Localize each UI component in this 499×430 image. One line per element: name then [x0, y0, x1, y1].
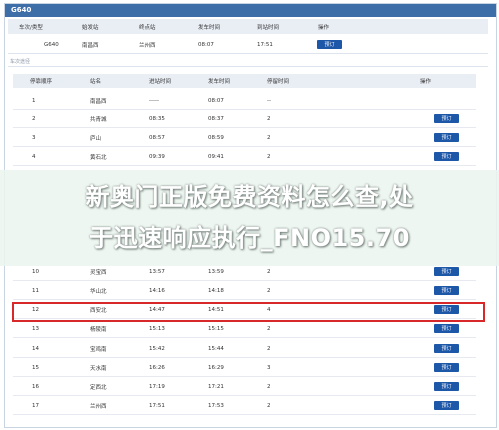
stop-depart-time: 16:29 — [208, 364, 224, 371]
stops-col-stay: 停留时间 — [267, 79, 290, 85]
stop-seq: 16 — [32, 383, 39, 390]
stops-header: 停靠顺序 站名 进站时间 发车时间 停留时间 操作 — [13, 74, 476, 88]
summary-book-button[interactable]: 预订 — [317, 40, 342, 49]
stop-station: 黄石北 — [90, 154, 107, 161]
summary-col-to: 终点站 — [139, 24, 156, 31]
stop-seq: 13 — [32, 325, 39, 332]
stop-arrive-time: 15:13 — [149, 325, 165, 332]
stop-row: 1 南昌西 ----- 08:07 -- — [13, 92, 476, 110]
stop-book-button[interactable]: 预订 — [434, 286, 459, 295]
stop-row: 4 黄石北 09:39 09:41 2 预订 — [13, 148, 476, 166]
stop-row: 3 庐山 08:57 08:59 2 预订 — [13, 129, 476, 147]
stop-seq: 15 — [32, 364, 39, 371]
stop-station: 庐山 — [90, 135, 102, 142]
window-title: G640 — [5, 4, 496, 17]
highlighted-row-box — [12, 302, 485, 322]
stop-book-button[interactable]: 预订 — [434, 267, 459, 276]
stop-arrive-time: 14:16 — [149, 287, 165, 294]
stop-station: 天水南 — [90, 365, 107, 372]
summary-arrive: 17:51 — [257, 41, 273, 48]
stop-row: 15 天水南 16:26 16:29 3 预订 — [13, 359, 476, 377]
stop-station: 宝鸡南 — [90, 346, 107, 353]
summary-depart: 08:07 — [198, 41, 214, 48]
stop-depart-time: 08:37 — [208, 115, 224, 122]
stop-stay: 2 — [267, 153, 271, 160]
stop-book-button[interactable]: 预订 — [434, 344, 459, 353]
stop-row: 16 定西北 17:19 17:21 2 预订 — [13, 378, 476, 396]
stop-arrive-time: 08:57 — [149, 134, 165, 141]
summary-col-from: 始发站 — [82, 24, 99, 31]
summary-train: G640 — [44, 41, 59, 48]
stop-arrive-time: ----- — [149, 97, 159, 104]
stop-arrive-time: 17:19 — [149, 383, 165, 390]
summary-col-train: 车次/类型 — [19, 24, 43, 31]
section-title: 车次途径 — [10, 59, 31, 65]
stop-seq: 2 — [32, 115, 36, 122]
banner-line-1: 新奥门正版免费资料怎么查,处 — [85, 183, 414, 211]
watermark-banner: 新奥门正版免费资料怎么查,处 于迅速响应执行_FNO15.70 — [0, 170, 499, 266]
stop-stay: 2 — [267, 383, 271, 390]
stop-station: 定西北 — [90, 384, 107, 391]
stop-depart-time: 08:59 — [208, 134, 224, 141]
stop-book-button[interactable]: 预订 — [434, 363, 459, 372]
stop-depart-time: 15:44 — [208, 345, 224, 352]
stops-col-depart: 发车时间 — [208, 79, 231, 85]
stop-stay: 2 — [267, 345, 271, 352]
stop-book-button[interactable]: 预订 — [434, 382, 459, 391]
stop-seq: 4 — [32, 153, 36, 160]
stop-book-button[interactable]: 预订 — [434, 114, 459, 123]
stop-book-button[interactable]: 预订 — [434, 401, 459, 410]
stop-row: 11 华山北 14:16 14:18 2 预订 — [13, 282, 476, 300]
stop-row: 14 宝鸡南 15:42 15:44 2 预订 — [13, 340, 476, 358]
stop-stay: 3 — [267, 364, 271, 371]
stop-stay: -- — [267, 97, 271, 104]
stop-book-button[interactable]: 预订 — [434, 133, 459, 142]
stop-seq: 11 — [32, 287, 39, 294]
stop-seq: 1 — [32, 97, 36, 104]
summary-col-arrive: 到站时间 — [257, 24, 280, 31]
stop-book-button[interactable]: 预订 — [434, 324, 459, 333]
summary-col-depart: 发车时间 — [198, 24, 221, 31]
stop-stay: 2 — [267, 287, 271, 294]
stop-arrive-time: 15:42 — [149, 345, 165, 352]
summary-to: 兰州西 — [139, 42, 156, 49]
stop-station: 杨陵南 — [90, 326, 107, 333]
stop-arrive-time: 08:35 — [149, 115, 165, 122]
stop-depart-time: 14:18 — [208, 287, 224, 294]
stop-arrive-time: 17:51 — [149, 402, 165, 409]
stops-col-arrive: 进站时间 — [149, 79, 172, 85]
stop-row: 2 共青城 08:35 08:37 2 预订 — [13, 110, 476, 128]
summary-header: 车次/类型 始发站 终点站 发车时间 到站时间 操作 — [8, 19, 488, 34]
stop-seq: 3 — [32, 134, 36, 141]
stop-depart-time: 08:07 — [208, 97, 224, 104]
stop-stay: 2 — [267, 134, 271, 141]
stops-col-station: 站名 — [90, 79, 102, 85]
stop-arrive-time: 09:39 — [149, 153, 165, 160]
stop-book-button[interactable]: 预订 — [434, 152, 459, 161]
stop-station: 共青城 — [90, 116, 107, 123]
stops-col-action: 操作 — [420, 79, 432, 85]
stop-station: 兰州西 — [90, 403, 107, 410]
stop-seq: 17 — [32, 402, 39, 409]
stop-depart-time: 17:53 — [208, 402, 224, 409]
divider — [8, 66, 488, 67]
summary-from: 南昌西 — [82, 42, 99, 49]
stop-stay: 2 — [267, 402, 271, 409]
stop-seq: 14 — [32, 345, 39, 352]
stop-row: 13 杨陵南 15:13 15:15 2 预订 — [13, 320, 476, 338]
banner-line-2: 于迅速响应执行_FNO15.70 — [89, 224, 410, 252]
summary-row: G640 南昌西 兰州西 08:07 17:51 预订 — [8, 36, 488, 54]
stop-arrive-time: 16:26 — [149, 364, 165, 371]
stop-stay: 2 — [267, 115, 271, 122]
stop-row: 17 兰州西 17:51 17:53 2 预订 — [13, 397, 476, 415]
stop-depart-time: 17:21 — [208, 383, 224, 390]
stop-depart-time: 09:41 — [208, 153, 224, 160]
summary-col-action: 操作 — [318, 24, 330, 31]
stop-station: 南昌西 — [90, 98, 107, 105]
stop-stay: 2 — [267, 325, 271, 332]
stop-depart-time: 15:15 — [208, 325, 224, 332]
stop-station: 华山北 — [90, 288, 107, 295]
stops-col-seq: 停靠顺序 — [30, 79, 53, 85]
